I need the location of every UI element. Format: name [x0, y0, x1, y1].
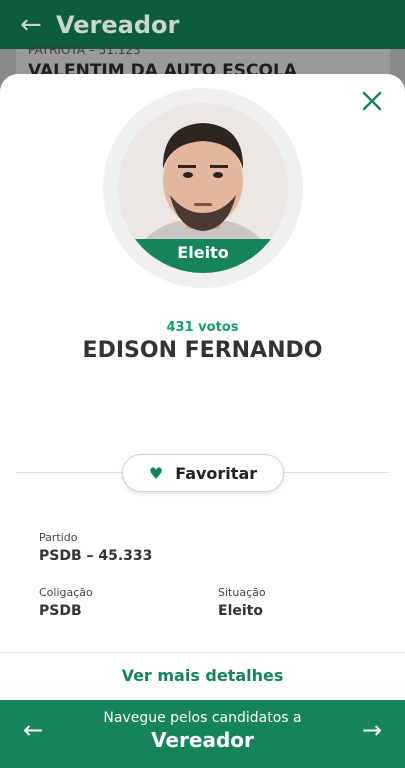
page-title: Vereador: [56, 10, 180, 39]
candidate-modal: Eleito 431 votos EDISON FERNANDO ♥ Favor…: [0, 74, 405, 700]
next-arrow-icon[interactable]: →: [357, 716, 387, 744]
vote-count: 431 votos: [166, 320, 239, 335]
favorite-button-label: Favoritar: [175, 463, 258, 483]
partido-label: Partido: [39, 531, 78, 544]
more-details-link[interactable]: Ver mais detalhes: [0, 666, 405, 685]
app-header: ← Vereador: [0, 0, 405, 49]
coligacao-value: PSDB: [39, 603, 82, 619]
favorite-button[interactable]: ♥ Favoritar: [122, 454, 284, 492]
candidate-navigation-bar: ← Navegue pelos candidatos a Vereador →: [0, 700, 405, 768]
back-arrow-icon[interactable]: ←: [20, 10, 50, 40]
background-card-party: PATRIOTA – 51.123: [28, 43, 141, 57]
navigation-text: Navegue pelos candidatos a: [103, 710, 302, 726]
heart-icon: ♥: [148, 463, 164, 483]
candidate-name: EDISON FERNANDO: [82, 338, 323, 363]
situacao-value: Eleito: [218, 603, 263, 619]
coligacao-label: Coligação: [39, 586, 93, 599]
situacao-label: Situação: [218, 586, 266, 599]
partido-value: PSDB – 45.333: [39, 548, 153, 564]
close-icon[interactable]: [359, 88, 385, 114]
details-separator: [0, 652, 405, 653]
navigation-role: Vereador: [151, 728, 254, 752]
avatar-ring: Eleito: [103, 88, 303, 288]
candidate-photo: Eleito: [118, 103, 288, 273]
status-badge: Eleito: [118, 239, 288, 273]
